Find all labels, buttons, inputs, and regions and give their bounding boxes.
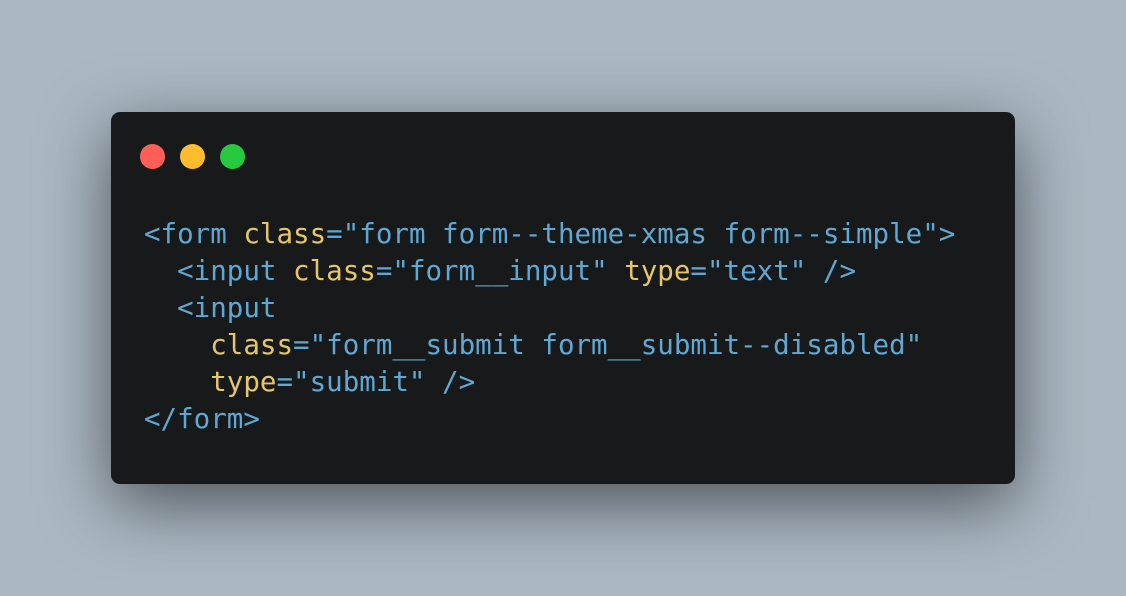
code-block: <form class="form form--theme-xmas form-… [144, 216, 955, 438]
code-token-punct: = [690, 255, 707, 287]
code-line: <input [144, 290, 955, 327]
code-token-punct [425, 366, 442, 398]
code-token-punct [144, 292, 177, 324]
code-token-tag: /> [822, 255, 857, 287]
code-token-tag: <input [177, 292, 277, 324]
code-token-punct [806, 255, 823, 287]
code-token-str: "text" [706, 255, 807, 287]
code-token-punct: = [293, 329, 310, 361]
code-token-tag: <input [177, 255, 277, 287]
close-dot-icon[interactable] [140, 144, 165, 169]
code-token-attr: class [243, 218, 327, 250]
code-token-tag: </form> [144, 403, 260, 435]
code-token-punct [144, 329, 210, 361]
maximize-dot-icon[interactable] [220, 144, 245, 169]
code-token-str: "form form--theme-xmas form--simple" [342, 218, 939, 250]
code-token-str: "submit" [293, 366, 426, 398]
code-line: <input class="form__input" type="text" /… [144, 253, 955, 290]
code-token-punct [144, 366, 210, 398]
code-line: type="submit" /> [144, 364, 955, 401]
code-token-punct: = [276, 366, 294, 398]
code-token-attr: class [293, 255, 376, 287]
code-line: class="form__submit form__submit--disabl… [144, 327, 955, 364]
code-line: <form class="form form--theme-xmas form-… [144, 216, 955, 253]
code-line: </form> [144, 401, 955, 438]
code-token-tag: <form [144, 218, 227, 250]
minimize-dot-icon[interactable] [180, 144, 205, 169]
code-token-attr: class [210, 329, 294, 361]
code-token-punct: = [326, 218, 343, 250]
code-token-punct [608, 255, 625, 287]
code-token-str: "form__input" [392, 255, 608, 287]
code-token-punct: = [375, 255, 393, 287]
code-token-str: "form__submit form__submit--disabled" [309, 329, 923, 361]
code-token-punct [144, 255, 177, 287]
page-background: <form class="form form--theme-xmas form-… [0, 0, 1126, 596]
code-token-tag: /> [442, 366, 476, 398]
code-token-punct [227, 218, 244, 250]
code-window: <form class="form form--theme-xmas form-… [111, 112, 1015, 484]
code-token-punct [276, 255, 293, 287]
code-token-attr: type [624, 255, 691, 287]
code-token-tag: > [938, 218, 956, 250]
code-token-attr: type [210, 366, 277, 398]
